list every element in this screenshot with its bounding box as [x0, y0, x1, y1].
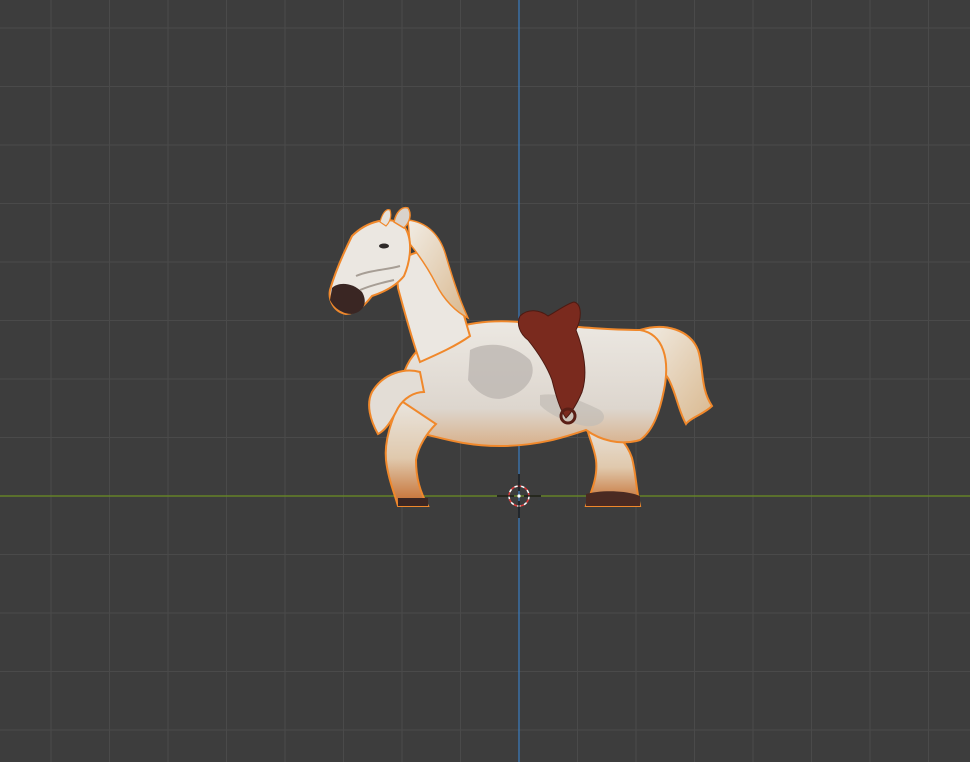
- horse-eye: [379, 243, 389, 249]
- 3d-cursor-icon[interactable]: [497, 474, 541, 518]
- 3d-viewport[interactable]: [0, 0, 970, 762]
- horse-model[interactable]: [328, 206, 714, 507]
- horse-hoof: [398, 498, 428, 506]
- viewport-canvas[interactable]: [0, 0, 970, 762]
